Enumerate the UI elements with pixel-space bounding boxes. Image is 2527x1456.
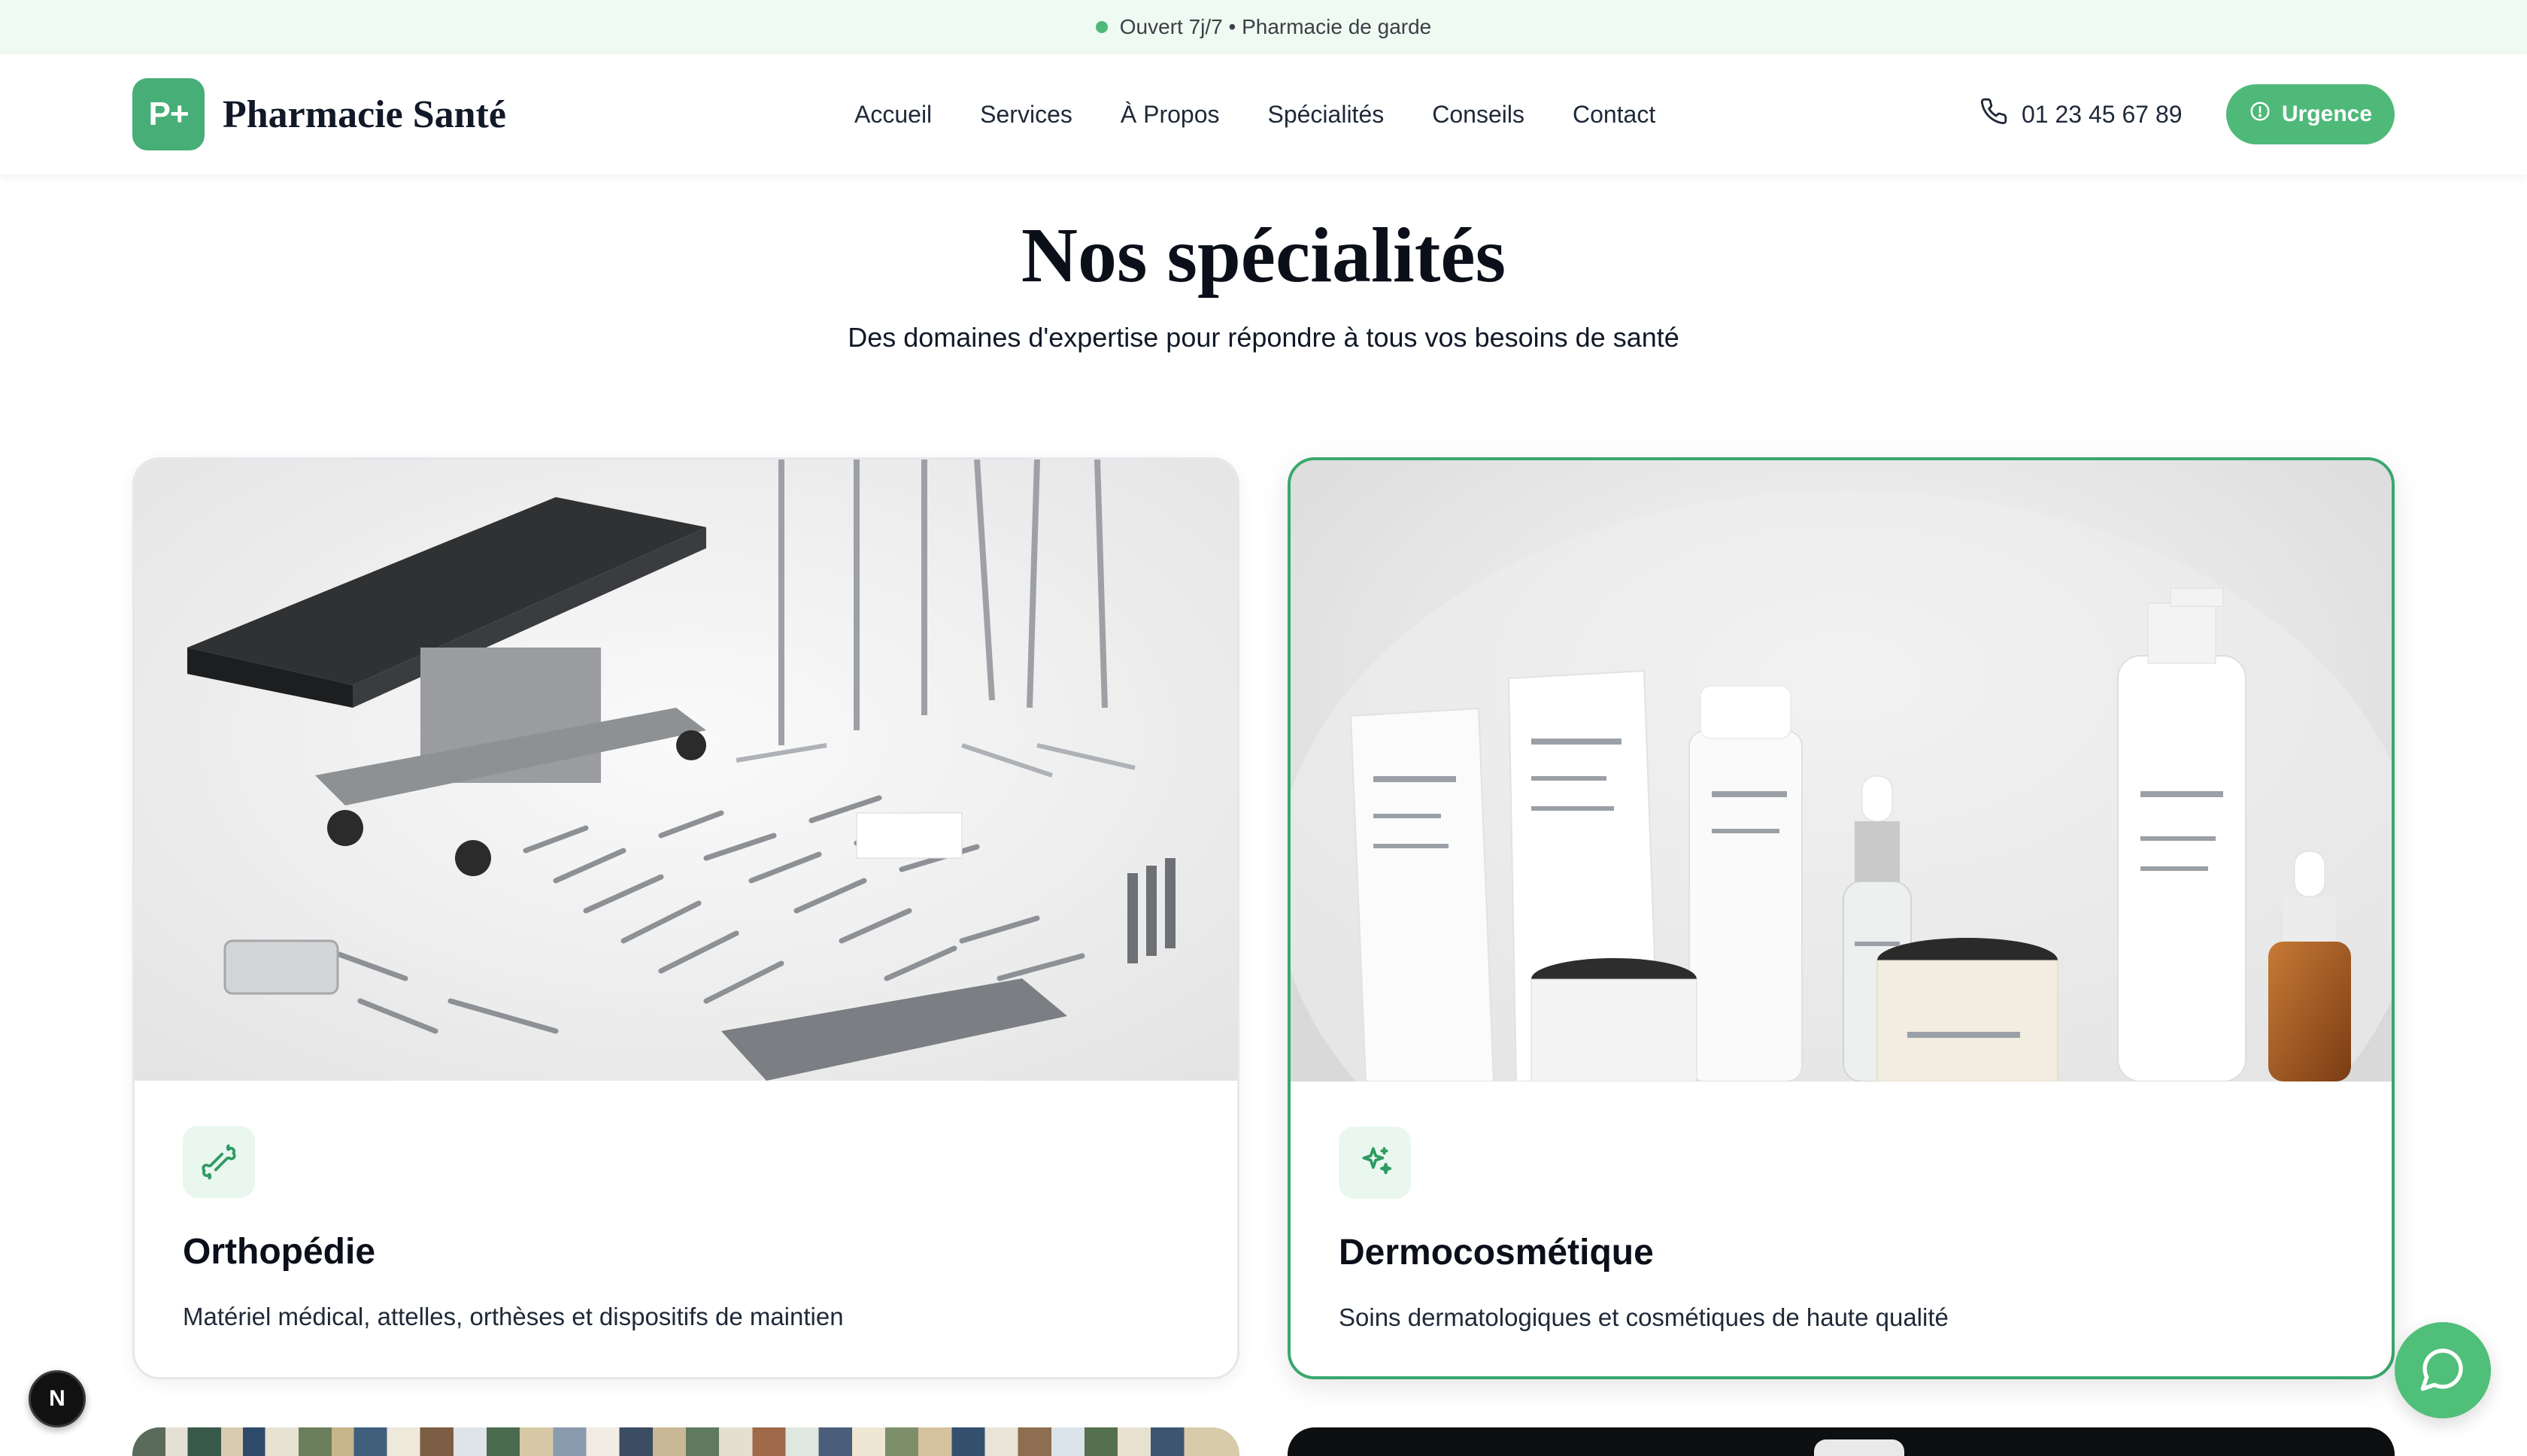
logo[interactable]: P+ Pharmacie Santé (132, 78, 506, 150)
chat-bubble-icon (2419, 1345, 2467, 1397)
logo-mark: P+ (132, 78, 205, 150)
phone-link[interactable]: 01 23 45 67 89 (1979, 54, 2183, 174)
urgence-label: Urgence (2281, 102, 2373, 126)
phone-icon (1979, 97, 2008, 132)
main-nav: Accueil Services À Propos Spécialités Co… (854, 54, 1655, 174)
specialty-card-orthopedie[interactable]: Orthopédie Matériel médical, attelles, o… (132, 457, 1239, 1379)
status-text: Ouvert 7j/7 • Pharmacie de garde (1119, 15, 1432, 38)
nav-link-a-propos[interactable]: À Propos (1121, 101, 1220, 129)
card-title-dermocosmetique: Dermocosmétique (1339, 1233, 1654, 1272)
nav-link-specialites[interactable]: Spécialités (1267, 101, 1384, 129)
section-subtitle: Des domaines d'expertise pour répondre à… (848, 322, 1679, 353)
urgence-button[interactable]: Urgence (2226, 84, 2395, 144)
card-description-orthopedie: Matériel médical, attelles, orthèses et … (183, 1303, 844, 1330)
sparkles-icon (1339, 1127, 1411, 1199)
wrench-bone-icon (183, 1126, 255, 1198)
specialty-card-dermocosmetique[interactable]: Dermocosmétique Soins dermatologiques et… (1288, 457, 2395, 1379)
specialty-card-peek-left[interactable] (132, 1427, 1239, 1456)
phone-number: 01 23 45 67 89 (2022, 100, 2183, 128)
nav-link-accueil[interactable]: Accueil (854, 101, 932, 129)
card-title-orthopedie: Orthopédie (183, 1232, 376, 1272)
nav-link-services[interactable]: Services (980, 101, 1072, 129)
logo-text: Pharmacie Santé (223, 93, 506, 136)
orthopedie-image (135, 460, 1237, 1081)
status-dot-icon (1095, 21, 1108, 33)
chat-button[interactable] (2395, 1322, 2491, 1418)
site-header: P+ Pharmacie Santé Accueil Services À Pr… (0, 54, 2527, 174)
dermocosmetique-image (1291, 460, 2392, 1081)
nav-link-conseils[interactable]: Conseils (1432, 101, 1524, 129)
specialty-card-peek-right[interactable] (1288, 1427, 2395, 1456)
card-description-dermocosmetique: Soins dermatologiques et cosmétiques de … (1339, 1303, 1949, 1331)
section-title: Nos spécialités (1021, 212, 1506, 299)
nav-link-contact[interactable]: Contact (1573, 101, 1655, 129)
n-badge-button[interactable]: N (29, 1370, 86, 1427)
alert-circle-icon (2249, 100, 2271, 129)
top-status-bar: Ouvert 7j/7 • Pharmacie de garde (0, 0, 2527, 54)
